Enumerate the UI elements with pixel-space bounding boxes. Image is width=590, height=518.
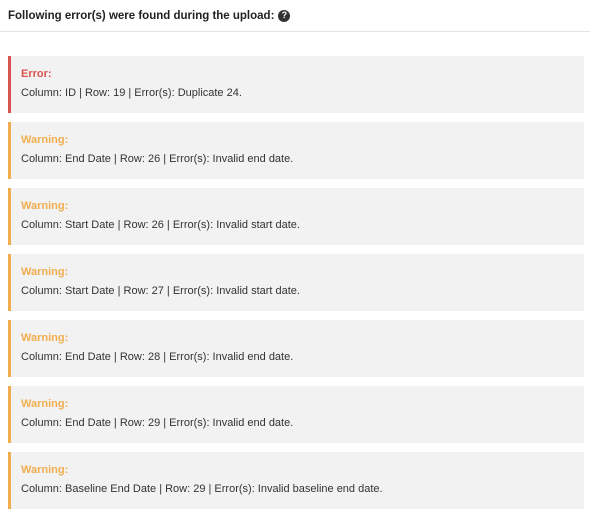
message-type-label: Warning: [21,266,69,278]
message-text: Column: Start Date | Row: 26 | Error(s):… [21,219,300,231]
upload-errors-title: Following error(s) were found during the… [8,9,275,22]
upload-errors-header: Following error(s) were found during the… [0,0,590,32]
warning-message: Warning: Column: Start Date | Row: 26 | … [8,188,584,245]
warning-message: Warning: Column: Baseline End Date | Row… [8,452,584,509]
message-text: Column: ID | Row: 19 | Error(s): Duplica… [21,87,242,99]
message-type-label: Error: [21,68,52,80]
message-type-label: Warning: [21,398,69,410]
message-text: Column: Baseline End Date | Row: 29 | Er… [21,483,383,495]
error-message: Error: Column: ID | Row: 19 | Error(s): … [8,56,584,113]
message-text: Column: End Date | Row: 26 | Error(s): I… [21,153,294,165]
warning-message: Warning: Column: End Date | Row: 29 | Er… [8,386,584,443]
message-type-label: Warning: [21,464,69,476]
upload-message-list: Error: Column: ID | Row: 19 | Error(s): … [8,56,584,518]
message-text: Column: Start Date | Row: 27 | Error(s):… [21,285,300,297]
message-text: Column: End Date | Row: 28 | Error(s): I… [21,351,294,363]
warning-message: Warning: Column: End Date | Row: 26 | Er… [8,122,584,179]
warning-message: Warning: Column: Start Date | Row: 27 | … [8,254,584,311]
message-type-label: Warning: [21,332,69,344]
message-type-label: Warning: [21,134,69,146]
message-text: Column: End Date | Row: 29 | Error(s): I… [21,417,294,429]
question-circle-icon[interactable]: ? [278,9,291,22]
message-type-label: Warning: [21,200,69,212]
warning-message: Warning: Column: End Date | Row: 28 | Er… [8,320,584,377]
